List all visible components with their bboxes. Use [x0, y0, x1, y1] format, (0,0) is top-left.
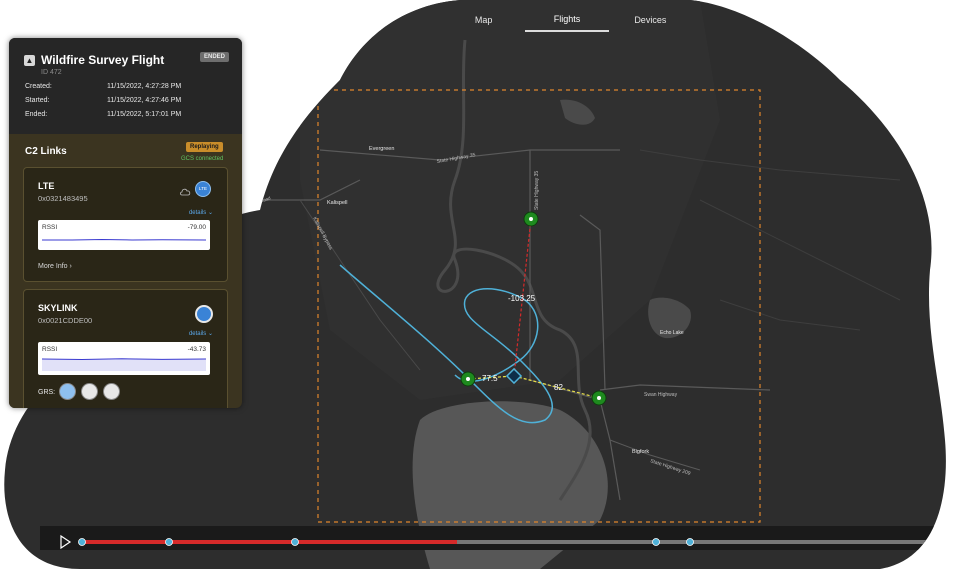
rssi-value: -43.73	[187, 346, 206, 353]
timeline-marker[interactable]	[291, 538, 299, 546]
rssi-value: -79.00	[187, 224, 206, 231]
grs-antenna-icon[interactable]	[103, 383, 120, 400]
grs-antenna-icon[interactable]	[81, 383, 98, 400]
lte-badge-icon[interactable]: LTE	[195, 181, 211, 197]
started-value: 11/15/2022, 4:27:46 PM	[107, 97, 182, 104]
place-label-bigfork: Bigfork	[632, 449, 649, 455]
created-label: Created:	[25, 83, 52, 90]
place-label-evergreen: Evergreen	[369, 146, 394, 152]
link-card-skylink[interactable]: SKYLINK 0x0021CDDE00 details ⌄ RSSI -43.…	[23, 289, 228, 408]
chevron-down-icon: ⌄	[207, 331, 213, 337]
timeline-marker[interactable]	[165, 538, 173, 546]
link-card-lte[interactable]: LTE 0x0321483495 LTE details ⌄ RSSI -79.…	[23, 167, 228, 282]
c2-links-section: C2 Links Replaying GCS connected LTE 0x0…	[9, 134, 242, 408]
tab-flights[interactable]: Flights	[525, 8, 609, 32]
chevron-right-icon: ›	[69, 263, 72, 270]
grs-antenna-icon[interactable]	[59, 383, 76, 400]
rssi-line	[42, 238, 206, 241]
range-label-east: 82	[554, 383, 563, 392]
place-label-echo-lake: Echo Lake	[660, 330, 684, 336]
flight-id: ID 472	[41, 69, 62, 76]
link-id: 0x0021CDDE00	[38, 316, 93, 325]
details-toggle[interactable]: details ⌄	[189, 330, 213, 337]
chevron-up-icon: ▲	[25, 56, 34, 65]
collapse-button[interactable]: ▲	[24, 55, 35, 66]
rssi-chart: RSSI -43.73	[38, 342, 210, 375]
c2-title: C2 Links	[25, 146, 67, 157]
road-label-highway-35-vertical: State Highway 35	[534, 171, 540, 210]
more-info-link[interactable]: More Info ›	[38, 263, 72, 270]
top-nav: Map Flights Devices	[442, 8, 692, 32]
status-badge: ENDED	[200, 52, 230, 62]
created-value: 11/15/2022, 4:27:28 PM	[107, 83, 182, 90]
link-id: 0x0321483495	[38, 194, 88, 203]
rssi-label: RSSI	[42, 224, 58, 231]
started-label: Started:	[25, 97, 50, 104]
ground-station-north[interactable]	[523, 211, 539, 227]
tab-map[interactable]: Map	[442, 8, 525, 32]
ground-station-west[interactable]	[460, 371, 476, 387]
flight-title: Wildfire Survey Flight	[41, 53, 165, 67]
tab-devices[interactable]: Devices	[609, 8, 692, 32]
rssi-label: RSSI	[42, 346, 58, 353]
road-label-swan-highway: Swan Highway	[644, 392, 678, 398]
ended-value: 11/15/2022, 5:17:01 PM	[107, 111, 182, 118]
gcs-status: GCS connected	[181, 156, 224, 162]
range-label-west: 77.5	[482, 374, 498, 383]
ground-station-east[interactable]	[591, 390, 607, 406]
replaying-badge: Replaying	[186, 142, 223, 152]
details-toggle[interactable]: details ⌄	[189, 209, 213, 216]
timeline-marker[interactable]	[652, 538, 660, 546]
cloud-icon	[180, 183, 191, 201]
timeline-marker[interactable]	[78, 538, 86, 546]
timeline-progress	[80, 540, 457, 544]
grs-label: GRS:	[38, 389, 56, 396]
flight-panel: ▲ Wildfire Survey Flight ID 472 ENDED Cr…	[9, 38, 242, 408]
details-label: details	[188, 210, 207, 216]
timeline-marker[interactable]	[686, 538, 694, 546]
ended-label: Ended:	[25, 111, 48, 118]
range-label-north: -103.25	[508, 294, 536, 303]
chevron-down-icon: ⌄	[207, 210, 213, 216]
link-name: SKYLINK	[38, 303, 78, 313]
flight-header: ▲ Wildfire Survey Flight ID 472 ENDED Cr…	[9, 38, 242, 134]
more-info-label: More Info	[38, 263, 68, 270]
skylink-badge-icon[interactable]	[195, 305, 213, 323]
place-label-kalispell: Kalispell	[327, 200, 347, 206]
timeline-bar	[40, 526, 946, 550]
rssi-chart: RSSI -79.00	[38, 220, 210, 250]
details-label: details	[188, 331, 207, 337]
link-name: LTE	[38, 181, 55, 191]
app-stage: -103.25 77.5 82 Evergreen Kalispell Bigf…	[0, 0, 957, 569]
